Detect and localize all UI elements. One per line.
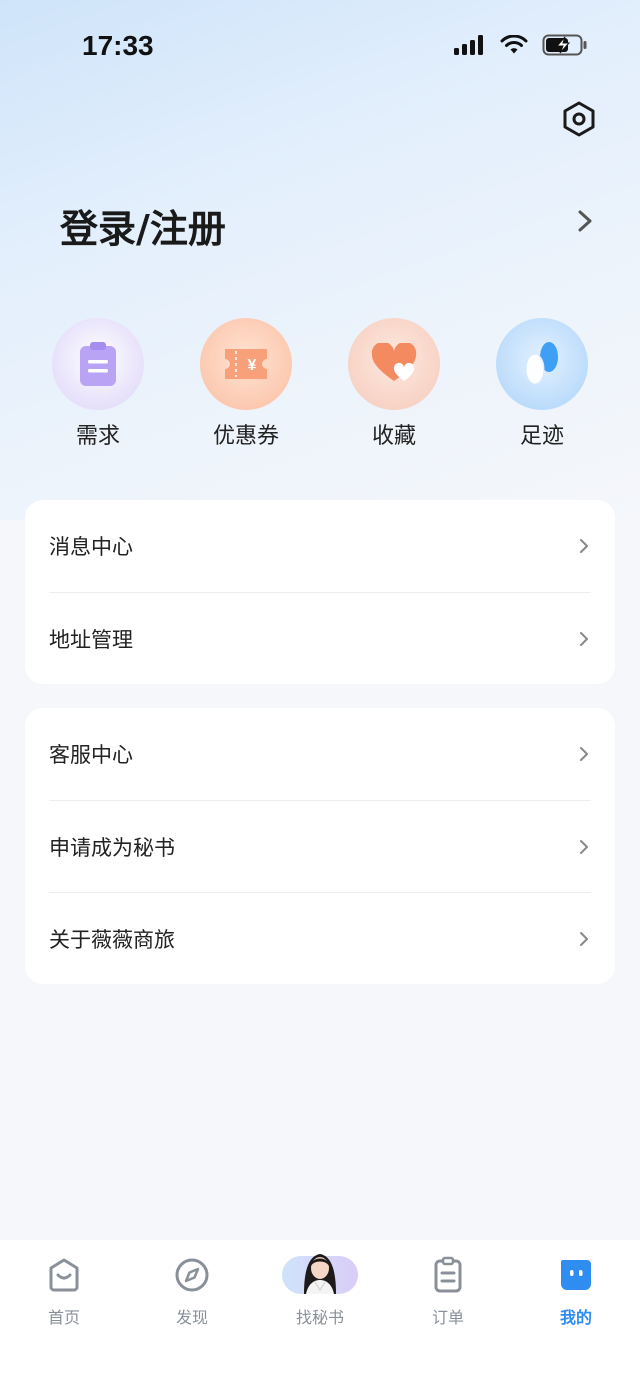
compass-icon [175, 1258, 209, 1292]
menu-item-label: 申请成为秘书 [49, 835, 175, 860]
tab-label: 发现 [175, 1308, 208, 1327]
quick-actions: 需求 ¥ 优惠券 收藏 足迹 [0, 318, 640, 458]
tab-mine[interactable]: 我的 [526, 1256, 626, 1328]
wifi-icon [500, 35, 528, 54]
quick-action-label: 足迹 [519, 424, 564, 449]
signal-icon [454, 35, 483, 55]
menu-item-label: 关于薇薇商旅 [49, 927, 175, 952]
menu-item-about[interactable]: 关于薇薇商旅 [49, 892, 591, 984]
settings-hexagon-icon[interactable] [560, 100, 598, 138]
menu-card-primary: 消息中心 地址管理 [25, 500, 615, 684]
tab-home[interactable]: 首页 [14, 1256, 114, 1328]
quick-action-footprints[interactable]: 足迹 [482, 318, 602, 450]
chevron-right-icon [580, 631, 588, 646]
status-icons [454, 34, 588, 56]
tab-label: 首页 [47, 1308, 80, 1327]
menu-item-label: 地址管理 [49, 627, 133, 652]
quick-action-label: 优惠券 [212, 424, 279, 449]
tab-label: 我的 [559, 1308, 592, 1327]
home-icon [49, 1258, 79, 1292]
chevron-right-icon [580, 839, 588, 854]
tab-orders[interactable]: 订单 [398, 1256, 498, 1328]
secretary-avatar [282, 1242, 358, 1294]
login-register-link[interactable]: 登录/注册 [60, 198, 226, 253]
battery-charging-icon [542, 34, 587, 56]
order-list-icon [434, 1256, 462, 1293]
chevron-right-icon [580, 931, 588, 946]
menu-item-label: 客服中心 [49, 743, 133, 767]
coupon-icon: ¥ [225, 349, 267, 379]
quick-action-demand[interactable]: 需求 [38, 318, 158, 450]
menu-item-label: 消息中心 [49, 535, 133, 559]
quick-action-label: 需求 [75, 424, 120, 449]
status-time: 17:33 [82, 30, 154, 61]
tab-label: 订单 [431, 1308, 464, 1327]
tab-label: 找秘书 [295, 1308, 344, 1327]
clipboard-icon [80, 342, 116, 386]
footprint-icon [525, 342, 558, 385]
quick-action-favorites[interactable]: 收藏 [334, 318, 454, 450]
status-bar: 17:33 [0, 0, 640, 96]
menu-item-become-secretary[interactable]: 申请成为秘书 [49, 800, 591, 892]
tab-find-secretary[interactable]: 找秘书 [270, 1254, 370, 1328]
menu-item-messages[interactable]: 消息中心 [49, 500, 591, 592]
svg-text:¥: ¥ [248, 357, 257, 374]
tab-discover[interactable]: 发现 [142, 1256, 242, 1328]
menu-item-address[interactable]: 地址管理 [49, 592, 591, 684]
bottom-tab-bar: 首页 发现 找秘书 订单 我的 [0, 1240, 640, 1387]
quick-action-coupon[interactable]: ¥ 优惠券 [186, 318, 306, 450]
chevron-right-icon[interactable] [574, 208, 596, 234]
chevron-right-icon [580, 747, 588, 761]
chevron-right-icon [580, 539, 588, 553]
heart-icon [371, 343, 417, 381]
menu-card-secondary: 客服中心 申请成为秘书 关于薇薇商旅 [25, 708, 615, 984]
quick-action-label: 收藏 [371, 424, 416, 449]
profile-face-icon [561, 1260, 591, 1290]
menu-item-customer-service[interactable]: 客服中心 [49, 708, 591, 800]
